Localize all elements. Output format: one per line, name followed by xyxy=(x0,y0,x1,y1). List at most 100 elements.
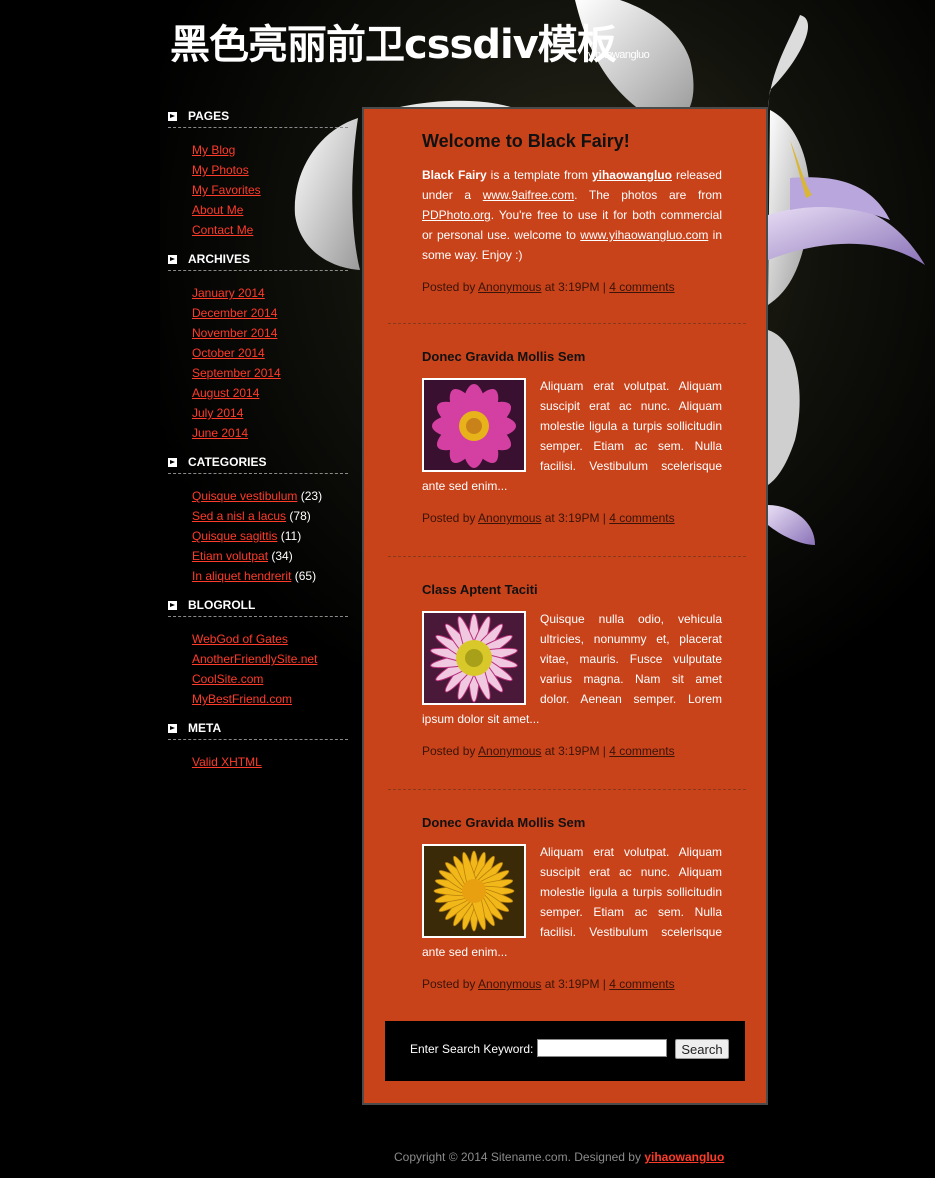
post: Donec Gravida Mollis Sem Aliquam erat vo… xyxy=(422,815,722,994)
categories-list: Quisque vestibulum (23) Sed a nisl a lac… xyxy=(192,486,348,586)
post-comments-link[interactable]: 4 comments xyxy=(609,744,674,758)
category-count: (11) xyxy=(280,529,302,543)
arrow-bullet-icon xyxy=(168,457,177,467)
archives-section: ARCHIVES January 2014 December 2014 Nove… xyxy=(168,250,348,443)
photo-source-link[interactable]: PDPhoto.org xyxy=(422,208,491,222)
post-thumbnail-white-pink-flower xyxy=(422,611,526,705)
post-meta-time: at 3:19PM | xyxy=(541,744,610,758)
category-link[interactable]: Quisque sagittis xyxy=(192,529,277,543)
category-link[interactable]: Quisque vestibulum xyxy=(192,489,297,503)
list-item: In aliquet hendrerit (65) xyxy=(192,566,348,586)
post-author-link[interactable]: Anonymous xyxy=(478,977,541,991)
archive-link[interactable]: August 2014 xyxy=(192,386,259,400)
post-meta: Posted by Anonymous at 3:19PM | 4 commen… xyxy=(422,508,722,528)
category-count: (34) xyxy=(271,549,293,563)
post-author-link[interactable]: Anonymous xyxy=(478,280,541,294)
post-title[interactable]: Donec Gravida Mollis Sem xyxy=(422,349,722,364)
list-item: My Favorites xyxy=(192,180,348,200)
archive-link[interactable]: November 2014 xyxy=(192,326,277,340)
blogroll-heading-label: BLOGROLL xyxy=(188,598,256,612)
blogroll-section: BLOGROLL WebGod of Gates AnotherFriendly… xyxy=(168,596,348,709)
search-box: Enter Search Keyword: Search xyxy=(385,1021,745,1081)
category-link[interactable]: Sed a nisl a lacus xyxy=(192,509,286,523)
meta-heading: META xyxy=(168,719,348,740)
archives-list: January 2014 December 2014 November 2014… xyxy=(192,283,348,443)
copyright-text: Copyright © 2014 Sitename.com. Designed … xyxy=(394,1150,645,1164)
list-item: WebGod of Gates xyxy=(192,629,348,649)
list-item: MyBestFriend.com xyxy=(192,689,348,709)
search-button[interactable]: Search xyxy=(675,1039,729,1059)
blogroll-heading: BLOGROLL xyxy=(168,596,348,617)
page-link-my-favorites[interactable]: My Favorites xyxy=(192,183,261,197)
post-meta-prefix: Posted by xyxy=(422,977,479,991)
list-item: December 2014 xyxy=(192,303,348,323)
page-link-contact-me[interactable]: Contact Me xyxy=(192,223,253,237)
post-title[interactable]: Welcome to Black Fairy! xyxy=(422,131,722,152)
post-title[interactable]: Donec Gravida Mollis Sem xyxy=(422,815,722,830)
blogroll-link[interactable]: CoolSite.com xyxy=(192,672,263,686)
list-item: August 2014 xyxy=(192,383,348,403)
license-link[interactable]: www.9aifree.com xyxy=(483,188,574,202)
list-item: CoolSite.com xyxy=(192,669,348,689)
list-item: Valid XHTML xyxy=(192,752,348,772)
post-comments-link[interactable]: 4 comments xyxy=(609,280,674,294)
footer: Copyright © 2014 Sitename.com. Designed … xyxy=(394,1150,724,1164)
list-item: About Me xyxy=(192,200,348,220)
post-author-link[interactable]: Anonymous xyxy=(478,511,541,525)
post-divider xyxy=(388,789,746,790)
pages-heading-label: PAGES xyxy=(188,109,230,123)
archive-link[interactable]: December 2014 xyxy=(192,306,277,320)
category-count: (78) xyxy=(289,509,311,523)
archives-heading-label: ARCHIVES xyxy=(188,252,251,266)
meta-heading-label: META xyxy=(188,721,222,735)
list-item: January 2014 xyxy=(192,283,348,303)
page-link-my-photos[interactable]: My Photos xyxy=(192,163,249,177)
author-link[interactable]: yihaowangluo xyxy=(592,168,672,182)
list-item: November 2014 xyxy=(192,323,348,343)
post-text: . The photos are from xyxy=(574,188,722,202)
archive-link[interactable]: September 2014 xyxy=(192,366,281,380)
archive-link[interactable]: January 2014 xyxy=(192,286,265,300)
blogroll-link[interactable]: MyBestFriend.com xyxy=(192,692,292,706)
post-intro-bold: Black Fairy xyxy=(422,168,487,182)
list-item: AnotherFriendlySite.net xyxy=(192,649,348,669)
list-item: Contact Me xyxy=(192,220,348,240)
list-item: My Blog xyxy=(192,140,348,160)
website-link[interactable]: www.yihaowangluo.com xyxy=(580,228,708,242)
archive-link[interactable]: June 2014 xyxy=(192,426,248,440)
blogroll-link[interactable]: WebGod of Gates xyxy=(192,632,288,646)
meta-section: META Valid XHTML xyxy=(168,719,348,772)
list-item: July 2014 xyxy=(192,403,348,423)
page-link-my-blog[interactable]: My Blog xyxy=(192,143,235,157)
pages-section: PAGES My Blog My Photos My Favorites Abo… xyxy=(168,107,348,240)
page-link-about-me[interactable]: About Me xyxy=(192,203,243,217)
category-link[interactable]: In aliquet hendrerit xyxy=(192,569,291,583)
category-link[interactable]: Etiam volutpat xyxy=(192,549,268,563)
post-body: Aliquam erat volutpat. Aliquam suscipit … xyxy=(422,842,722,962)
categories-section: CATEGORIES Quisque vestibulum (23) Sed a… xyxy=(168,453,348,586)
designer-link[interactable]: yihaowangluo xyxy=(644,1150,724,1164)
post-author-link[interactable]: Anonymous xyxy=(478,744,541,758)
post-meta-time: at 3:19PM | xyxy=(541,280,610,294)
list-item: My Photos xyxy=(192,160,348,180)
post-comments-link[interactable]: 4 comments xyxy=(609,511,674,525)
post-meta-prefix: Posted by xyxy=(422,511,479,525)
archive-link[interactable]: July 2014 xyxy=(192,406,243,420)
blogroll-link[interactable]: AnotherFriendlySite.net xyxy=(192,652,317,666)
list-item: September 2014 xyxy=(192,363,348,383)
main-content: Welcome to Black Fairy! Black Fairy is a… xyxy=(362,107,768,1105)
post-title[interactable]: Class Aptent Taciti xyxy=(422,582,722,597)
blogroll-list: WebGod of Gates AnotherFriendlySite.net … xyxy=(192,629,348,709)
valid-xhtml-link[interactable]: Valid XHTML xyxy=(192,755,262,769)
post-body: Quisque nulla odio, vehicula ultricies, … xyxy=(422,609,722,729)
post-comments-link[interactable]: 4 comments xyxy=(609,977,674,991)
archive-link[interactable]: October 2014 xyxy=(192,346,265,360)
post-body: Black Fairy is a template from yihaowang… xyxy=(422,165,722,265)
search-input[interactable] xyxy=(537,1039,667,1057)
site-subtitle: yihaowangluo xyxy=(588,49,650,61)
list-item: Quisque vestibulum (23) xyxy=(192,486,348,506)
pages-heading: PAGES xyxy=(168,107,348,128)
post-meta-prefix: Posted by xyxy=(422,744,479,758)
meta-list: Valid XHTML xyxy=(192,752,348,772)
post-divider xyxy=(388,556,746,557)
